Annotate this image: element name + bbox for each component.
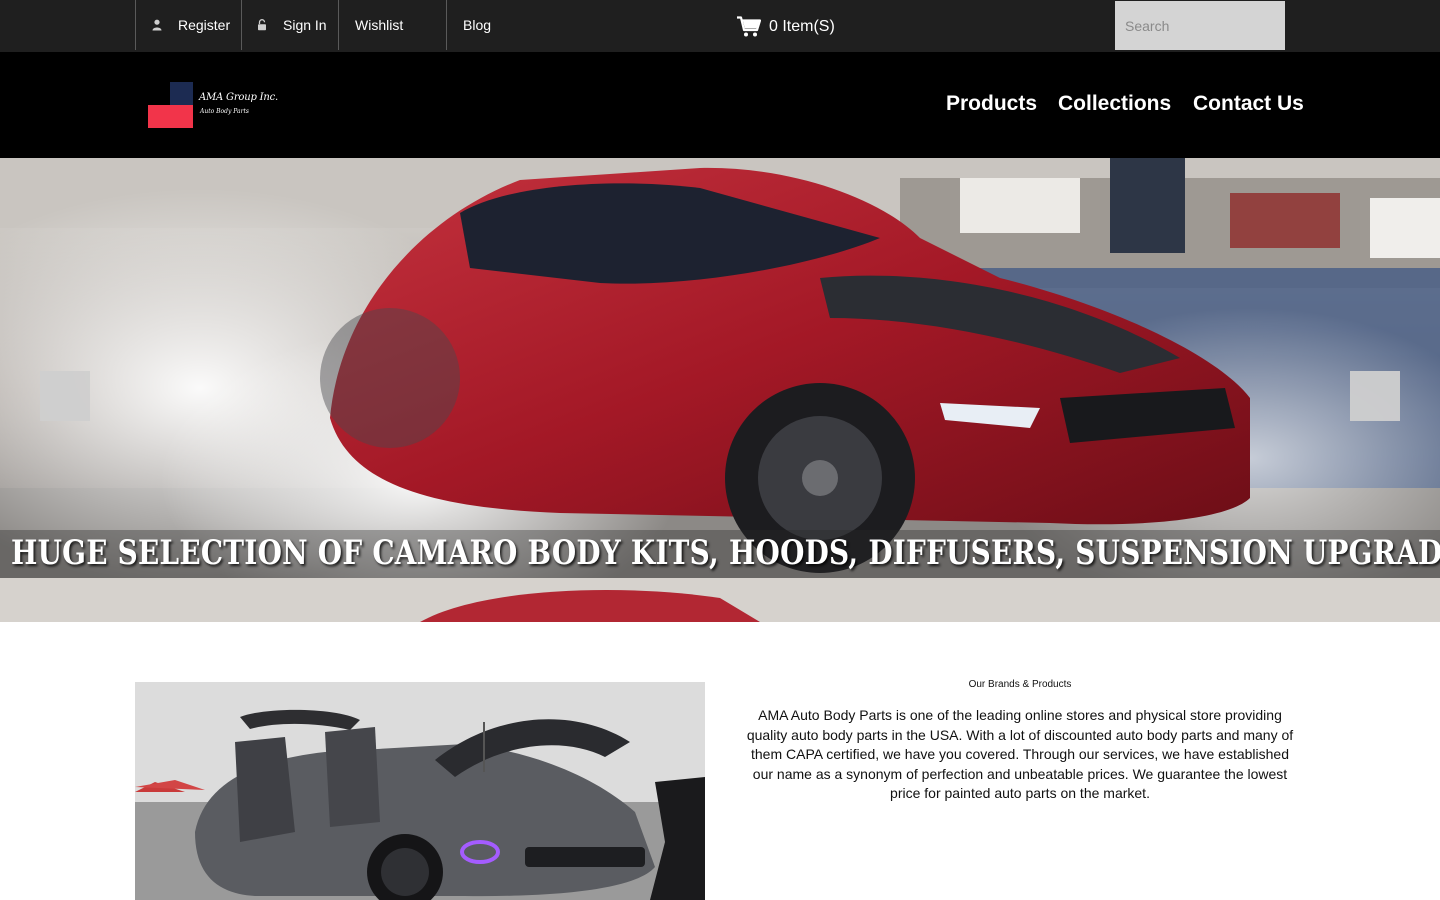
nav-products[interactable]: Products: [946, 92, 1037, 118]
hero-caption: HUGE SELECTION OF CAMARO BODY KITS, HOOD…: [11, 533, 1440, 573]
cart-icon: [737, 16, 761, 37]
nav-collections[interactable]: Collections: [1058, 92, 1171, 118]
logo-mark-navy: [170, 82, 193, 105]
divider: [446, 0, 447, 50]
wishlist-link[interactable]: Wishlist: [355, 0, 403, 50]
divider: [338, 0, 339, 50]
logo-name: AMA Group Inc.: [199, 92, 279, 103]
logo-mark-red: [148, 105, 193, 128]
blog-link[interactable]: Blog: [463, 0, 491, 50]
slider-next-button[interactable]: [1350, 371, 1400, 421]
top-utility-bar: Register Sign In Wishlist Blog 0 Item(S): [0, 0, 1440, 52]
sign-in-link[interactable]: Sign In: [257, 0, 327, 50]
brands-description: AMA Auto Body Parts is one of the leadin…: [746, 707, 1294, 802]
wishlist-label: Wishlist: [355, 17, 404, 33]
nav-contact-us[interactable]: Contact Us: [1193, 92, 1304, 118]
divider: [135, 0, 136, 50]
user-icon: [152, 18, 166, 32]
brands-heading: Our Brands & Products: [968, 679, 1072, 690]
main-header: AMA Group Inc. Auto Body Parts Products …: [0, 52, 1440, 158]
search-input[interactable]: [1115, 1, 1285, 50]
hero-slider: HUGE SELECTION OF CAMARO BODY KITS, HOOD…: [0, 158, 1440, 622]
promo-car-picture: [135, 682, 705, 900]
cart-count-label: 0 Item(S): [769, 18, 835, 35]
promo-car-image: [135, 682, 705, 900]
register-link[interactable]: Register: [152, 0, 230, 50]
blog-label: Blog: [463, 17, 492, 33]
site-logo[interactable]: AMA Group Inc. Auto Body Parts: [148, 82, 278, 129]
cart-button[interactable]: 0 Item(S): [737, 14, 835, 40]
sign-in-label: Sign In: [283, 17, 327, 33]
lock-icon: [257, 18, 271, 32]
register-label: Register: [178, 17, 231, 33]
divider: [241, 0, 242, 50]
slider-prev-button[interactable]: [40, 371, 90, 421]
logo-tagline: Auto Body Parts: [200, 108, 249, 115]
